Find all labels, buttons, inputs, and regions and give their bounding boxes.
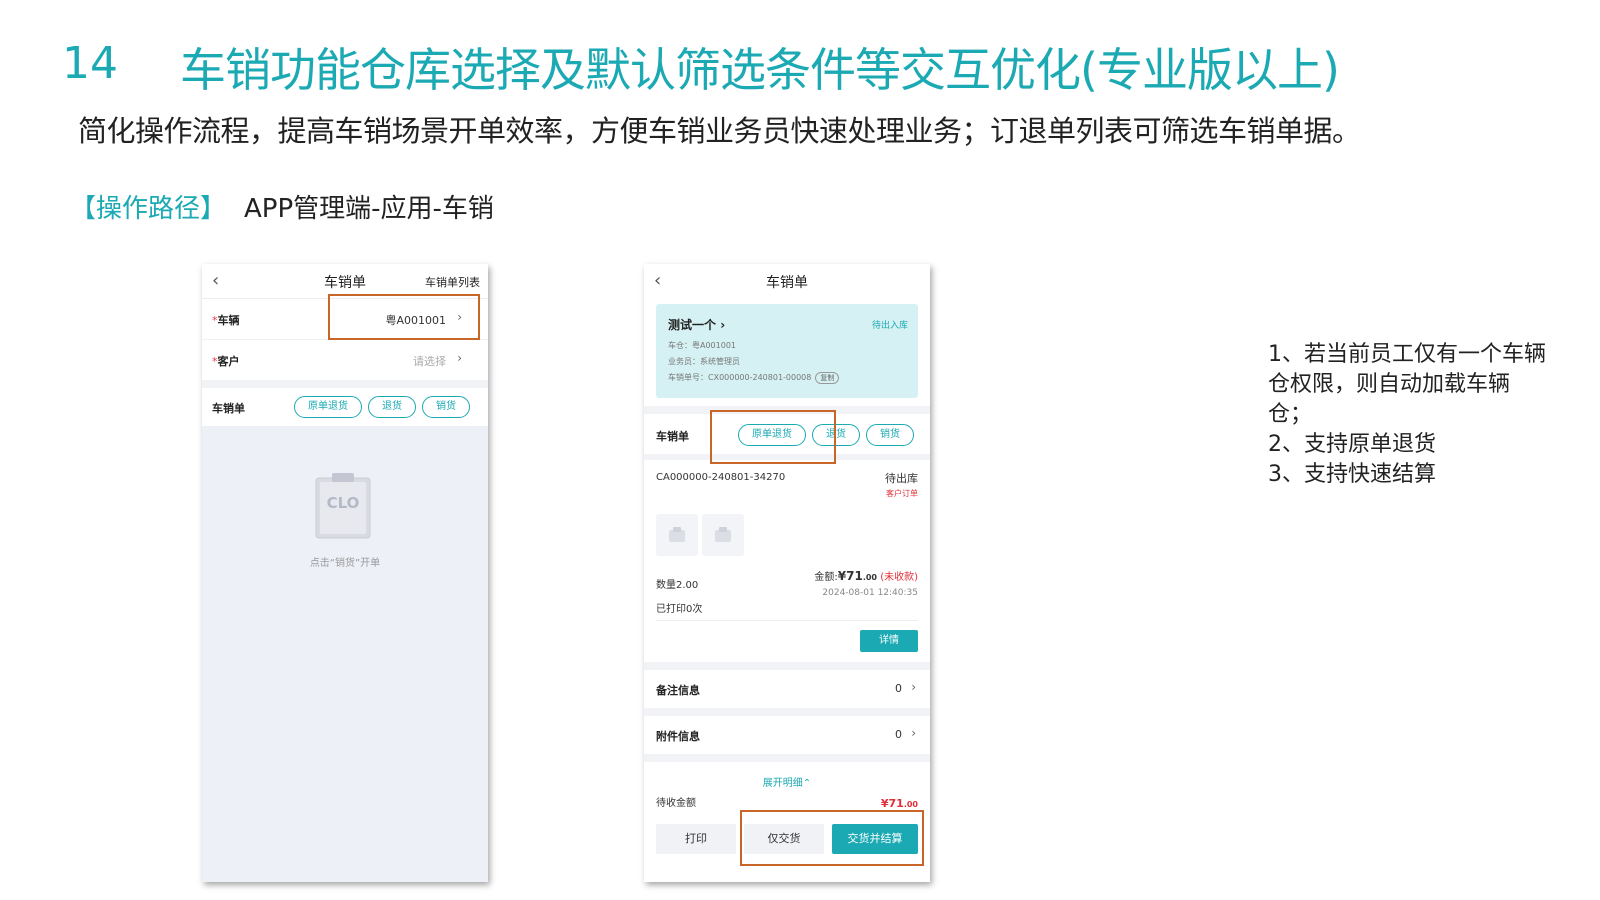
highlight-box-settle xyxy=(740,810,924,866)
chevron-up-icon: ⌃ xyxy=(802,778,812,789)
order-item[interactable]: CA000000-240801-34270 待出库 客户订单 数量2.00 已打… xyxy=(644,460,930,660)
note-item: 3、支持快速结算 xyxy=(1268,462,1436,487)
amount-integer: ¥71 xyxy=(837,569,863,583)
expand-details-link[interactable]: 展开明细⌃ xyxy=(644,774,930,789)
warehouse-info: 车仓：粤A001001 xyxy=(668,341,737,350)
chevron-right-icon: › xyxy=(911,680,916,694)
remarks-row[interactable]: 备注信息 0 › xyxy=(644,670,930,708)
order-status: 待出库 xyxy=(885,472,918,485)
sale-button[interactable]: 销货 xyxy=(422,396,470,418)
order-datetime: 2024-08-01 12:40:35 xyxy=(822,588,918,598)
note-item: 2、支持原单退货 xyxy=(1268,432,1436,457)
original-return-button[interactable]: 原单退货 xyxy=(294,396,362,418)
order-quantity: 数量2.00 xyxy=(656,580,699,591)
attachments-row[interactable]: 附件信息 0 › xyxy=(644,716,930,754)
clipboard-icon: CLO xyxy=(314,472,372,540)
order-section: 车销单 原单退货 退货 销货 xyxy=(202,388,488,426)
order-section-label: 车销单 xyxy=(212,402,245,415)
operation-path-label: 【操作路径】 xyxy=(70,194,227,224)
page-title: 车销单 xyxy=(766,275,808,291)
highlight-box-vehicle xyxy=(328,294,480,340)
receivable-label: 待收金额 xyxy=(656,798,696,809)
slide-subtitle: 简化操作流程，提高车销场景开单效率，方便车销业务员快速处理业务；订退单列表可筛选… xyxy=(78,114,1361,148)
order-number-line: 车销单号：CX000000-240801-00008 复制 xyxy=(668,372,840,384)
order-section-label: 车销单 xyxy=(656,430,689,443)
chevron-right-icon: › xyxy=(720,318,726,332)
customer-name: 测试一个 xyxy=(668,318,717,332)
feature-notes: 1、若当前员工仅有一个车辆仓权限，则自动加载车辆仓； 2、支持原单退货 3、支持… xyxy=(1268,340,1548,490)
empty-hint: 点击“销货”开单 xyxy=(309,558,381,569)
amount-decimal: .00 xyxy=(862,573,877,582)
copy-button[interactable]: 复制 xyxy=(815,372,840,384)
customer-placeholder: 请选择 xyxy=(413,355,446,368)
empty-state-area: CLO 点击“销货”开单 xyxy=(202,426,488,882)
detail-button[interactable]: 详情 xyxy=(860,630,918,652)
section-divider xyxy=(644,708,930,716)
vehicle-order-number: 车销单号：CX000000-240801-00008 xyxy=(668,373,812,382)
divider-line xyxy=(656,620,918,621)
customer-name-link[interactable]: 测试一个 › xyxy=(668,316,725,333)
operation-path-value: APP管理端-应用-车销 xyxy=(244,194,494,224)
sale-button[interactable]: 销货 xyxy=(866,424,914,446)
phone-screen-new-order: ‹ 车销单 车销单列表 *车辆 粤A001001 › *客户 请选择 › 车销单… xyxy=(202,264,488,882)
clipboard-icon-text: CLO xyxy=(326,494,360,512)
receivable-integer: ¥71 xyxy=(880,797,904,810)
section-divider xyxy=(202,380,488,388)
remarks-label: 备注信息 xyxy=(656,684,700,697)
remarks-count: 0 xyxy=(895,682,902,695)
highlight-box-original-return xyxy=(710,410,836,464)
order-tag: 客户订单 xyxy=(886,489,918,498)
return-button[interactable]: 退货 xyxy=(368,396,416,418)
chevron-right-icon: › xyxy=(457,351,462,365)
customer-card: 测试一个 › 待出入库 车仓：粤A001001 业务员：系统管理员 车销单号：C… xyxy=(656,304,918,398)
chevron-right-icon: › xyxy=(911,726,916,740)
attachments-label: 附件信息 xyxy=(656,730,700,743)
order-amount: 金额:¥71.00 (未收款) xyxy=(814,568,918,583)
print-count: 已打印0次 xyxy=(656,604,703,615)
slide-number: 14 xyxy=(62,38,118,89)
section-divider xyxy=(644,662,930,670)
attachments-count: 0 xyxy=(895,728,902,741)
customer-row[interactable]: *客户 请选择 › xyxy=(202,340,488,380)
product-image-placeholder xyxy=(656,514,698,556)
slide-title: 车销功能仓库选择及默认筛选条件等交互优化(专业版以上) xyxy=(180,43,1340,97)
section-divider xyxy=(644,754,930,762)
top-bar: ‹ 车销单 xyxy=(644,264,930,298)
order-number: CA000000-240801-34270 xyxy=(656,472,786,483)
payment-state: (未收款) xyxy=(880,572,918,583)
product-image-placeholder xyxy=(702,514,744,556)
vehicle-label: 车辆 xyxy=(217,314,240,327)
print-button[interactable]: 打印 xyxy=(656,824,736,854)
amount-label: 金额: xyxy=(814,572,838,583)
note-item: 1、若当前员工仅有一个车辆仓权限，则自动加载车辆仓； xyxy=(1268,342,1546,427)
salesperson-info: 业务员：系统管理员 xyxy=(668,357,740,366)
phone-screen-order-detail: ‹ 车销单 测试一个 › 待出入库 车仓：粤A001001 业务员：系统管理员 … xyxy=(644,264,930,882)
order-list-link[interactable]: 车销单列表 xyxy=(425,274,480,290)
receivable-decimal: .00 xyxy=(903,800,918,809)
expand-label: 展开明细 xyxy=(762,778,803,789)
status-badge: 待出入库 xyxy=(871,321,908,331)
receivable-amount: ¥71.00 xyxy=(881,792,918,811)
customer-label: 客户 xyxy=(217,355,240,368)
